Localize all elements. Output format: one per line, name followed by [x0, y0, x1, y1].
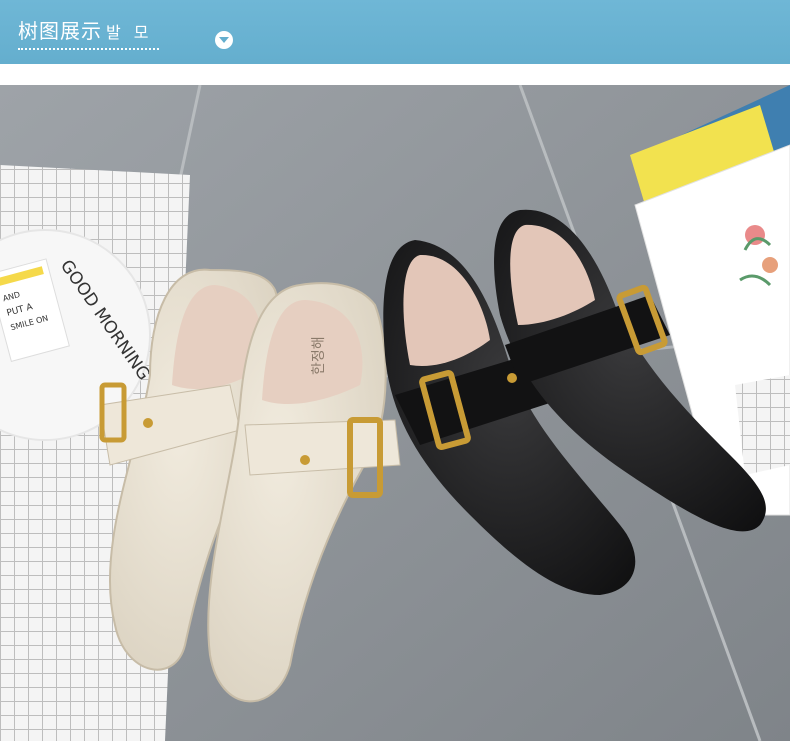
dropdown-button[interactable]	[215, 31, 233, 49]
section-subtitle: 발 모	[106, 23, 153, 42]
product-photo: GOOD MORNING AND PUT A SMILE ON 한정해	[0, 85, 790, 741]
section-title-wrap: 树图展示 발 모	[18, 18, 159, 50]
insole-brand: 한정해	[311, 336, 327, 375]
section-title: 树图展示	[18, 19, 102, 43]
section-header: 树图展示 발 모	[0, 0, 790, 64]
